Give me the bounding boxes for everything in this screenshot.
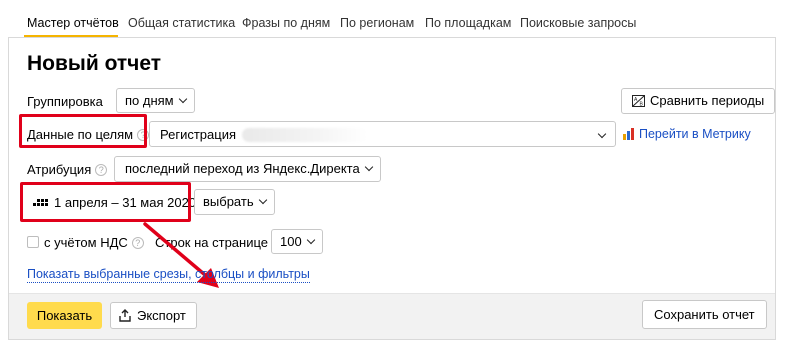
export-label: Экспорт xyxy=(137,307,186,323)
attribution-label-text: Атрибуция xyxy=(27,162,92,177)
tab-general-stats[interactable]: Общая статистика xyxy=(128,15,235,31)
goals-select[interactable]: Регистрация xyxy=(149,121,616,147)
attribution-label: Атрибуция? xyxy=(27,162,108,178)
show-report-button[interactable]: Показать xyxy=(27,302,102,329)
compare-periods-icon: A B xyxy=(632,95,645,107)
tab-by-sites[interactable]: По площадкам xyxy=(425,15,511,31)
rows-per-page-value: 100 xyxy=(280,233,302,249)
choose-period-label: выбрать xyxy=(203,194,254,209)
choose-period-select[interactable]: выбрать xyxy=(194,189,275,215)
chevron-down-icon xyxy=(597,129,607,139)
chevron-down-icon xyxy=(258,195,267,205)
calendar-icon xyxy=(33,199,48,206)
vat-checkbox[interactable] xyxy=(27,236,39,248)
redacted-goal-text xyxy=(242,128,367,142)
metrika-icon xyxy=(623,128,634,140)
goals-label: Данные по целям? xyxy=(27,127,150,143)
date-range-button[interactable]: 1 апреля – 31 мая 2020 xyxy=(27,189,203,216)
rows-per-page-select[interactable]: 100 xyxy=(271,229,323,254)
metrika-link[interactable]: Перейти в Метрику xyxy=(623,126,751,142)
tab-search-queries[interactable]: Поисковые запросы xyxy=(520,15,636,31)
help-icon[interactable]: ? xyxy=(95,164,108,176)
attribution-value: последний переход из Яндекс.Директа xyxy=(125,161,360,176)
compare-periods-label: Сравнить периоды xyxy=(650,93,765,108)
chevron-down-icon xyxy=(364,162,373,172)
tab-by-regions[interactable]: По регионам xyxy=(340,15,414,31)
report-tabs: Мастер отчётов Общая статистика Фразы по… xyxy=(0,0,791,40)
help-icon[interactable]: ? xyxy=(137,129,150,141)
page-title: Новый отчет xyxy=(27,52,162,75)
vat-label-text: с учётом НДС xyxy=(44,235,128,250)
report-panel: Новый отчет Группировка по дням A B Срав… xyxy=(8,37,776,340)
goals-value: Регистрация xyxy=(160,127,236,142)
grouping-select[interactable]: по дням xyxy=(116,88,195,113)
tab-report-wizard[interactable]: Мастер отчётов xyxy=(27,15,119,31)
chevron-down-icon xyxy=(306,235,315,244)
attribution-select[interactable]: последний переход из Яндекс.Директа xyxy=(114,156,381,182)
grouping-value: по дням xyxy=(125,92,174,108)
show-selected-filters-link[interactable]: Показать выбранные срезы, столбцы и филь… xyxy=(27,266,310,283)
compare-periods-button[interactable]: A B Сравнить периоды xyxy=(621,88,776,114)
save-report-label: Сохранить отчет xyxy=(654,306,755,322)
grouping-label: Группировка xyxy=(27,94,103,109)
date-range-value: 1 апреля – 31 мая 2020 xyxy=(54,194,197,210)
goals-label-text: Данные по целям xyxy=(27,127,134,142)
save-report-button[interactable]: Сохранить отчет xyxy=(642,300,767,329)
chevron-down-icon xyxy=(178,94,187,103)
vat-label: с учётом НДС? xyxy=(44,235,144,251)
export-button[interactable]: Экспорт xyxy=(110,302,197,329)
metrika-link-label: Перейти в Метрику xyxy=(639,127,751,141)
tab-phrases-by-day[interactable]: Фразы по дням xyxy=(242,15,330,31)
export-icon xyxy=(119,309,131,322)
